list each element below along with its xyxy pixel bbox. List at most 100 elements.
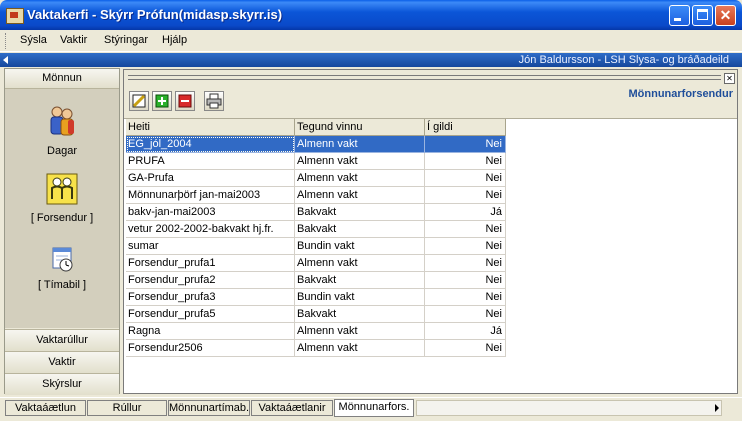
maximize-button[interactable]	[692, 5, 713, 26]
cell-heiti: PRUFA	[126, 153, 295, 170]
sidebar-label-dagar: Dagar	[47, 145, 77, 157]
tab-vaktaaaetlanir[interactable]: Vaktaáætlanir	[251, 400, 333, 416]
cell-igildi: Nei	[425, 306, 506, 323]
menu-bar: Sýsla Vaktir Stýringar Hjálp	[0, 30, 742, 52]
remove-button[interactable]	[175, 91, 195, 111]
bottom-tabbar: Vaktaáætlun Rúllur Mönnunartímab. Vaktaá…	[0, 397, 742, 421]
cell-igildi: Nei	[425, 153, 506, 170]
user-strip: Jón Baldursson - LSH Slysa- og bráðadeil…	[0, 53, 742, 67]
column-header-tegund[interactable]: Tegund vinnu	[295, 119, 425, 136]
table-row[interactable]: Forsendur_prufa1 Almenn vakt Nei	[126, 255, 506, 272]
sidebar-section-skyrslur[interactable]: Skýrslur	[5, 373, 119, 395]
panel-title: Mönnunarforsendur	[628, 88, 734, 100]
caption-grip	[128, 75, 721, 80]
table-row[interactable]: Ragna Almenn vakt Já	[126, 323, 506, 340]
edit-button[interactable]	[129, 91, 149, 111]
cell-tegund: Almenn vakt	[295, 323, 425, 340]
cell-igildi: Nei	[425, 187, 506, 204]
main-panel: ✕ Mönnunarforsendur Heiti Tegund vinnu Í…	[123, 69, 738, 394]
cell-tegund: Almenn vakt	[295, 170, 425, 187]
sidebar-label-timabil: [ Tímabil ]	[37, 279, 87, 291]
cell-igildi: Nei	[425, 136, 506, 153]
tab-monnunarfors[interactable]: Mönnunarfors.	[334, 399, 414, 417]
cell-heiti: Forsendur_prufa3	[126, 289, 295, 306]
chevron-right-icon[interactable]	[715, 404, 719, 412]
minimize-button[interactable]	[669, 5, 690, 26]
cell-igildi: Nei	[425, 238, 506, 255]
cell-igildi: Nei	[425, 170, 506, 187]
calendar-clock-icon	[52, 247, 73, 272]
forsendur-people-icon	[46, 173, 78, 205]
edit-icon	[132, 94, 146, 108]
cell-tegund: Almenn vakt	[295, 187, 425, 204]
cell-heiti: GA-Prufa	[126, 170, 295, 187]
menu-styringar[interactable]: Stýringar	[104, 34, 148, 46]
cell-tegund: Almenn vakt	[295, 136, 425, 153]
cell-heiti: Forsendur_prufa1	[126, 255, 295, 272]
table-row[interactable]: Forsendur_prufa5 Bakvakt Nei	[126, 306, 506, 323]
cell-igildi: Nei	[425, 221, 506, 238]
table-row[interactable]: Forsendur2506 Almenn vakt Nei	[126, 340, 506, 357]
tab-monnunartimab[interactable]: Mönnunartímab.	[168, 400, 250, 416]
close-button[interactable]: ✕	[715, 5, 736, 26]
cell-heiti: Forsendur2506	[126, 340, 295, 357]
cell-tegund: Bakvakt	[295, 272, 425, 289]
sidebar-section-vaktir[interactable]: Vaktir	[5, 351, 119, 373]
menu-vaktir[interactable]: Vaktir	[60, 34, 87, 46]
sidebar-label-forsendur: [ Forsendur ]	[30, 212, 94, 224]
tab-vaktaaaetlun[interactable]: Vaktaáætlun	[5, 400, 86, 416]
cell-tegund: Bakvakt	[295, 204, 425, 221]
maximize-icon	[697, 9, 708, 20]
tab-rullur[interactable]: Rúllur	[87, 400, 167, 416]
people-icon	[50, 106, 74, 136]
add-button[interactable]	[152, 91, 172, 111]
table-row[interactable]: vetur 2002-2002-bakvakt hj.fr. Bakvakt Nei	[126, 221, 506, 238]
menu-grip	[5, 33, 9, 49]
table-row[interactable]: Forsendur_prufa2 Bakvakt Nei	[126, 272, 506, 289]
panel-close-icon[interactable]: ✕	[724, 73, 735, 84]
menu-hjalp[interactable]: Hjálp	[162, 34, 187, 46]
sidebar-header-monnun[interactable]: Mönnun	[5, 69, 119, 89]
table-row[interactable]: PRUFA Almenn vakt Nei	[126, 153, 506, 170]
cell-igildi: Já	[425, 204, 506, 221]
cell-igildi: Nei	[425, 340, 506, 357]
cell-igildi: Nei	[425, 272, 506, 289]
sidebar-section-vaktarullur[interactable]: Vaktarúllur	[5, 329, 119, 351]
window-title: Vaktakerfi - Skýrr Prófun(midasp.skyrr.i…	[27, 7, 283, 22]
arrow-left-icon[interactable]	[3, 56, 8, 64]
user-info: Jón Baldursson - LSH Slysa- og bráðadeil…	[518, 54, 729, 66]
cell-igildi: Já	[425, 323, 506, 340]
cell-tegund: Bundin vakt	[295, 238, 425, 255]
cell-tegund: Almenn vakt	[295, 340, 425, 357]
tabs-scrollbar[interactable]	[416, 400, 722, 416]
sidebar: Mönnun Dagar [ Forsendur ] [Tímabil] V…	[4, 68, 120, 395]
sidebar-body: Dagar [ Forsendur ] [ Tímabil ]	[5, 89, 119, 328]
column-header-heiti[interactable]: Heiti	[126, 119, 295, 136]
remove-icon	[178, 94, 192, 108]
minimize-icon	[674, 18, 681, 21]
cell-tegund: Almenn vakt	[295, 153, 425, 170]
panel-caption: ✕	[124, 70, 737, 86]
cell-heiti: Forsendur_prufa2	[126, 272, 295, 289]
print-button[interactable]	[204, 91, 224, 111]
table-row[interactable]: EG_jól_2004 Almenn vakt Nei	[126, 136, 506, 153]
cell-igildi: Nei	[425, 289, 506, 306]
cell-heiti: vetur 2002-2002-bakvakt hj.fr.	[126, 221, 295, 238]
print-icon	[206, 93, 222, 109]
cell-heiti: Ragna	[126, 323, 295, 340]
table-row[interactable]: Forsendur_prufa3 Bundin vakt Nei	[126, 289, 506, 306]
cell-heiti: Forsendur_prufa5	[126, 306, 295, 323]
table-row[interactable]: bakv-jan-mai2003 Bakvakt Já	[126, 204, 506, 221]
cell-heiti: EG_jól_2004	[126, 136, 295, 153]
cell-heiti: sumar	[126, 238, 295, 255]
window-titlebar: Vaktakerfi - Skýrr Prófun(midasp.skyrr.i…	[0, 0, 742, 30]
menu-sysla[interactable]: Sýsla	[20, 34, 47, 46]
close-icon: ✕	[719, 7, 732, 23]
table-row[interactable]: GA-Prufa Almenn vakt Nei	[126, 170, 506, 187]
cell-igildi: Nei	[425, 255, 506, 272]
column-header-igildi[interactable]: Í gildi	[425, 119, 506, 136]
cell-heiti: bakv-jan-mai2003	[126, 204, 295, 221]
table-row[interactable]: sumar Bundin vakt Nei	[126, 238, 506, 255]
app-icon	[6, 8, 24, 24]
table-row[interactable]: Mönnunarþörf jan-mai2003 Almenn vakt Nei	[126, 187, 506, 204]
